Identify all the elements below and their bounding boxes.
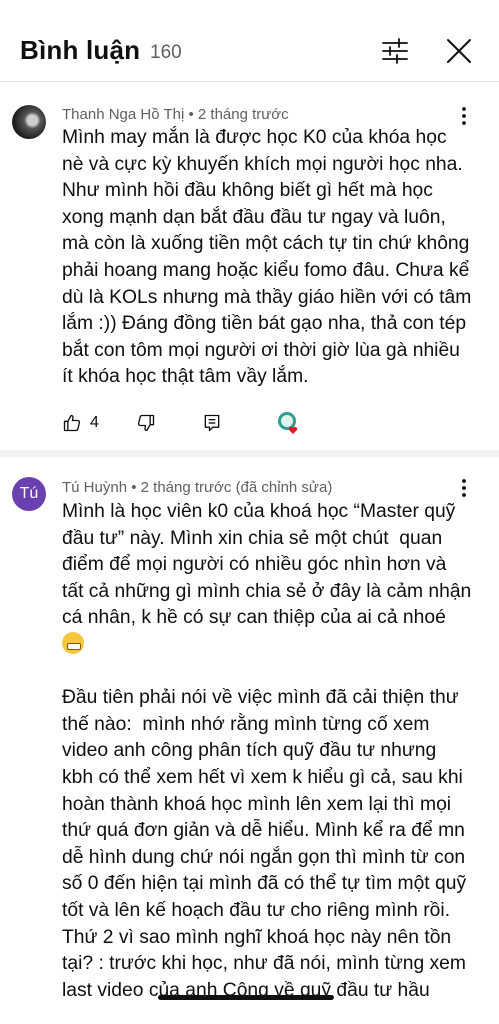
meta-separator: •	[127, 479, 141, 496]
thumbs-up-icon	[63, 414, 81, 432]
comment-time: 2 tháng trước	[197, 106, 289, 123]
page-title: Bình luận	[20, 35, 141, 65]
comment-divider	[0, 450, 499, 457]
avatar[interactable]	[12, 105, 46, 139]
comment-body: Mình may mắn là được học K0 của khóa học…	[62, 127, 477, 388]
like-button[interactable]: 4	[62, 410, 99, 436]
comments-header: Bình luận 160	[0, 0, 499, 82]
comment-body: Mình là học viên k0 của khoá học “Master…	[62, 501, 477, 629]
comment-paragraph: Đầu tiên phải nói về việc mình đã cải th…	[62, 687, 472, 921]
like-count: 4	[90, 414, 99, 431]
creator-heart-badge	[276, 410, 300, 434]
comment-count: 160	[150, 42, 182, 63]
filter-sort-button[interactable]	[380, 36, 410, 66]
grimacing-emoji-icon	[62, 631, 84, 654]
thumbs-down-icon	[137, 414, 155, 432]
comment-paragraph: last video của anh Công về quỹ đầu tư hầ…	[62, 979, 430, 1001]
more-vertical-icon	[462, 479, 466, 497]
meta-separator: •	[184, 106, 198, 123]
dislike-button[interactable]	[136, 410, 156, 436]
comment-paragraph-spacer	[62, 659, 472, 686]
close-button[interactable]	[444, 36, 474, 66]
comment-paragraph: Mình là học viên k0 của khoá học “Master…	[62, 499, 472, 659]
comment-author[interactable]: Tú Huỳnh	[62, 479, 127, 496]
avatar[interactable]: Tú	[12, 477, 46, 511]
reply-button[interactable]	[202, 410, 222, 436]
comment-time: 2 tháng trước (đã chỉnh sửa)	[140, 479, 333, 496]
sliders-icon	[382, 38, 408, 64]
creator-heart-icon	[278, 412, 298, 434]
close-icon	[447, 39, 471, 63]
comment-meta: Thanh Nga Hồ Thị • 2 tháng trước	[62, 106, 289, 123]
comment-text: Mình may mắn là được học K0 của khóa học…	[62, 125, 472, 391]
reply-comment-icon	[204, 414, 220, 432]
comment-author[interactable]: Thanh Nga Hồ Thị	[62, 106, 184, 123]
comment-meta: Tú Huỳnh • 2 tháng trước (đã chỉnh sửa)	[62, 479, 332, 496]
home-indicator[interactable]	[158, 995, 334, 1000]
comment-options-button[interactable]	[452, 476, 476, 500]
comment-paragraph: Thứ 2 vì sao mình nghĩ khoá học này nên …	[62, 926, 466, 975]
comment-text: Mình là học viên k0 của khoá học “Master…	[62, 499, 472, 1004]
